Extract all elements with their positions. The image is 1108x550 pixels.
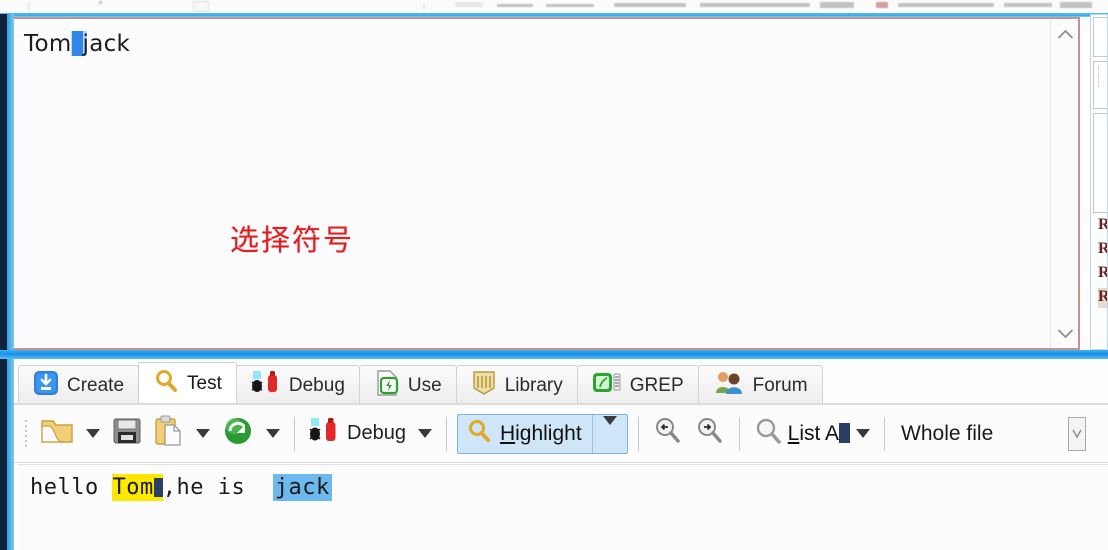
grep-icon <box>592 370 622 402</box>
chevron-down-icon <box>417 429 432 438</box>
chevron-down-icon <box>196 429 210 438</box>
list-item[interactable]: R <box>1098 288 1107 308</box>
debug-icon <box>251 370 281 402</box>
tab-label: Forum <box>752 374 808 396</box>
search-scope-label[interactable]: Whole file <box>893 422 1001 446</box>
highlight-group: Highlight <box>456 413 628 454</box>
output-text-line[interactable]: hello Tom ,he is jack <box>30 474 332 501</box>
tab-library[interactable]: Library <box>455 365 578 405</box>
tab-grep[interactable]: GREP <box>576 365 699 405</box>
clipboard-paste-icon <box>154 415 184 453</box>
list-all-label-rest: ist A <box>799 421 840 445</box>
open-file-button[interactable] <box>34 413 80 455</box>
panel-divider-accent <box>0 350 1108 359</box>
selected-symbol-block[interactable] <box>71 31 83 56</box>
forum-icon <box>713 370 745 402</box>
tab-label: Debug <box>288 374 345 396</box>
use-icon <box>374 369 400 402</box>
editor-text-line[interactable]: Tom jack <box>24 31 130 57</box>
match-text: Tom <box>112 475 154 500</box>
search-back-icon <box>653 416 683 452</box>
debug-label: Debug <box>347 422 406 444</box>
list-all-accel: L <box>787 421 800 445</box>
toolbar-drag-handle[interactable] <box>20 414 34 454</box>
tab-use[interactable]: Use <box>358 365 457 405</box>
tab-label: Test <box>187 373 222 394</box>
highlight-label-rest: ighlight <box>515 421 582 445</box>
tab-label: Library <box>504 374 563 396</box>
annotation-label: 选择符号 <box>230 223 355 257</box>
search-icon <box>153 368 179 400</box>
magnifier-icon <box>754 417 782 451</box>
create-icon <box>33 370 59 402</box>
chevron-up-icon[interactable] <box>1051 21 1078 47</box>
toolbar-separator <box>884 416 886 451</box>
tab-forum[interactable]: Forum <box>697 365 823 405</box>
highlight-label: Highlight <box>500 422 582 446</box>
find-next-button[interactable] <box>689 413 731 455</box>
tab-label: GREP <box>629 374 684 396</box>
library-icon <box>471 370 497 402</box>
right-panel-dots: ⋮ ⋮ ⋮ <box>1095 67 1102 88</box>
right-panel-list[interactable]: R R R R <box>1093 113 1107 308</box>
debug-dropdown[interactable] <box>412 413 438 455</box>
find-previous-button[interactable] <box>647 413 689 455</box>
editor-text-after: jack <box>82 31 131 57</box>
green-globe-refresh-icon <box>222 416 254 452</box>
main-editor[interactable]: Tom jack 选择符号 <box>14 17 1080 350</box>
match-highlight-yellow[interactable]: Tom <box>112 474 163 501</box>
refresh-dropdown[interactable] <box>260 413 286 455</box>
list-item[interactable]: R <box>1098 240 1107 260</box>
toolbar-overflow-icon[interactable] <box>1068 417 1086 451</box>
chevron-down-icon <box>602 415 617 442</box>
chevron-down-icon[interactable] <box>856 429 871 438</box>
text-cursor <box>153 478 163 497</box>
list-all-label: List A <box>787 421 851 446</box>
paste-button[interactable] <box>148 413 190 455</box>
window-left-edge <box>0 14 7 550</box>
tab-create[interactable]: Create <box>18 365 140 405</box>
output-middle: ,he is <box>162 475 273 500</box>
tab-bar: Create Test Debug Use Library GREP Forum <box>14 359 1108 405</box>
folder-open-icon <box>40 416 74 452</box>
toolbar-separator <box>637 416 639 451</box>
chevron-down-icon <box>266 429 280 438</box>
search-forward-icon <box>695 416 725 452</box>
floppy-save-icon <box>112 416 142 452</box>
output-pane[interactable]: hello Tom ,he is jack <box>18 464 1108 550</box>
chevron-down-icon <box>86 429 100 438</box>
clipped-top-toolbar <box>0 0 1108 14</box>
application-window: Tom jack 选择符号 ⋮ ⋮ ⋮ R R R R Create Test … <box>0 0 1108 550</box>
tab-debug[interactable]: Debug <box>235 365 360 405</box>
editor-scrollbar[interactable] <box>1050 19 1078 348</box>
list-item[interactable]: R <box>1098 264 1107 284</box>
open-file-dropdown[interactable] <box>80 413 106 455</box>
debug-button[interactable]: Debug <box>303 413 412 455</box>
search-toolbar: Debug Highlight List A Whole file <box>14 405 1108 463</box>
tab-test[interactable]: Test <box>138 362 237 405</box>
magnifier-icon <box>466 418 492 450</box>
toolbar-separator <box>445 416 447 451</box>
toolbar-separator <box>738 416 740 451</box>
text-cursor <box>839 422 851 443</box>
highlight-button[interactable]: Highlight <box>458 418 592 450</box>
tab-label: Use <box>407 374 442 396</box>
highlight-dropdown[interactable] <box>593 415 627 443</box>
list-all-button[interactable]: List A <box>748 413 876 455</box>
tab-label: Create <box>67 374 125 396</box>
refresh-button[interactable] <box>216 413 260 455</box>
debug-icon <box>309 417 341 451</box>
highlight-accel: H <box>499 421 516 445</box>
right-panel-section-top <box>1093 17 1107 57</box>
match-highlight-blue[interactable]: jack <box>272 474 332 501</box>
paste-dropdown[interactable] <box>190 413 216 455</box>
editor-text-before: Tom <box>24 31 72 57</box>
toolbar-separator <box>294 416 295 451</box>
output-prefix: hello <box>30 475 113 500</box>
window-left-accent <box>7 14 14 550</box>
save-button[interactable] <box>106 413 148 455</box>
list-item[interactable]: R <box>1098 216 1107 236</box>
chevron-down-icon[interactable] <box>1051 320 1078 346</box>
right-docked-panel[interactable]: ⋮ ⋮ ⋮ R R R R <box>1090 14 1108 350</box>
